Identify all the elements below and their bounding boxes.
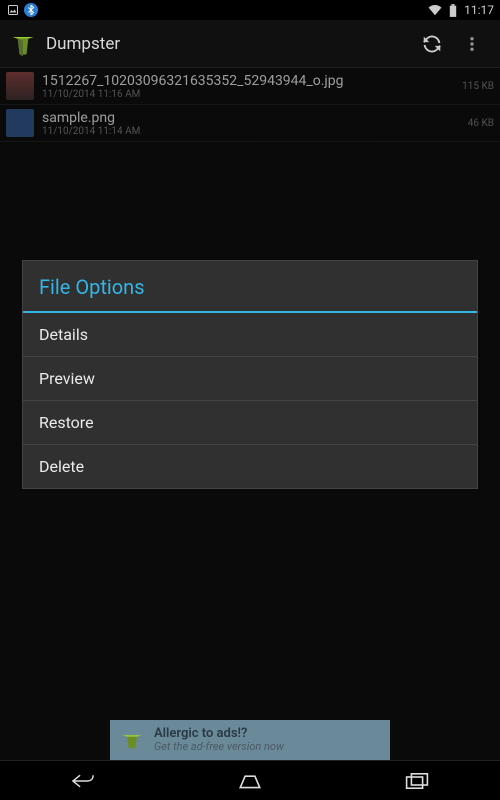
- wifi-icon: [428, 3, 442, 17]
- dialog-title: File Options: [23, 261, 477, 313]
- app-icon: [8, 29, 38, 59]
- bluetooth-icon: [24, 3, 38, 17]
- action-bar: Dumpster: [0, 20, 500, 68]
- file-options-dialog: File Options Details Preview Restore Del…: [22, 260, 478, 489]
- file-row[interactable]: 1512267_10203096321635352_52943944_o.jpg…: [0, 68, 500, 105]
- battery-icon: [446, 3, 460, 17]
- dialog-item-preview[interactable]: Preview: [23, 357, 477, 401]
- ad-icon: [118, 726, 146, 754]
- app-title: Dumpster: [46, 34, 412, 54]
- file-date: 11/10/2014 11:16 AM: [42, 89, 456, 100]
- clock: 11:17: [464, 3, 494, 17]
- file-size: 46 KB: [468, 118, 494, 129]
- dialog-item-delete[interactable]: Delete: [23, 445, 477, 488]
- dialog-item-details[interactable]: Details: [23, 313, 477, 357]
- file-row[interactable]: sample.png 11/10/2014 11:14 AM 46 KB: [0, 105, 500, 142]
- overflow-menu-button[interactable]: [452, 24, 492, 64]
- recents-button[interactable]: [387, 765, 447, 797]
- ad-headline: Allergic to ads!?: [154, 727, 284, 741]
- file-thumbnail: [6, 72, 34, 100]
- file-size: 115 KB: [462, 81, 494, 92]
- status-bar: 11:17: [0, 0, 500, 20]
- ad-subline: Get the ad-free version now: [154, 741, 284, 753]
- file-name: 1512267_10203096321635352_52943944_o.jpg: [42, 73, 456, 89]
- file-thumbnail: [6, 109, 34, 137]
- image-notification-icon: [6, 3, 20, 17]
- home-button[interactable]: [220, 765, 280, 797]
- back-button[interactable]: [53, 765, 113, 797]
- file-list: 1512267_10203096321635352_52943944_o.jpg…: [0, 68, 500, 142]
- file-date: 11/10/2014 11:14 AM: [42, 126, 462, 137]
- dialog-item-restore[interactable]: Restore: [23, 401, 477, 445]
- refresh-button[interactable]: [412, 24, 452, 64]
- ad-banner[interactable]: Allergic to ads!? Get the ad-free versio…: [110, 720, 390, 760]
- file-name: sample.png: [42, 110, 462, 126]
- navigation-bar: [0, 760, 500, 800]
